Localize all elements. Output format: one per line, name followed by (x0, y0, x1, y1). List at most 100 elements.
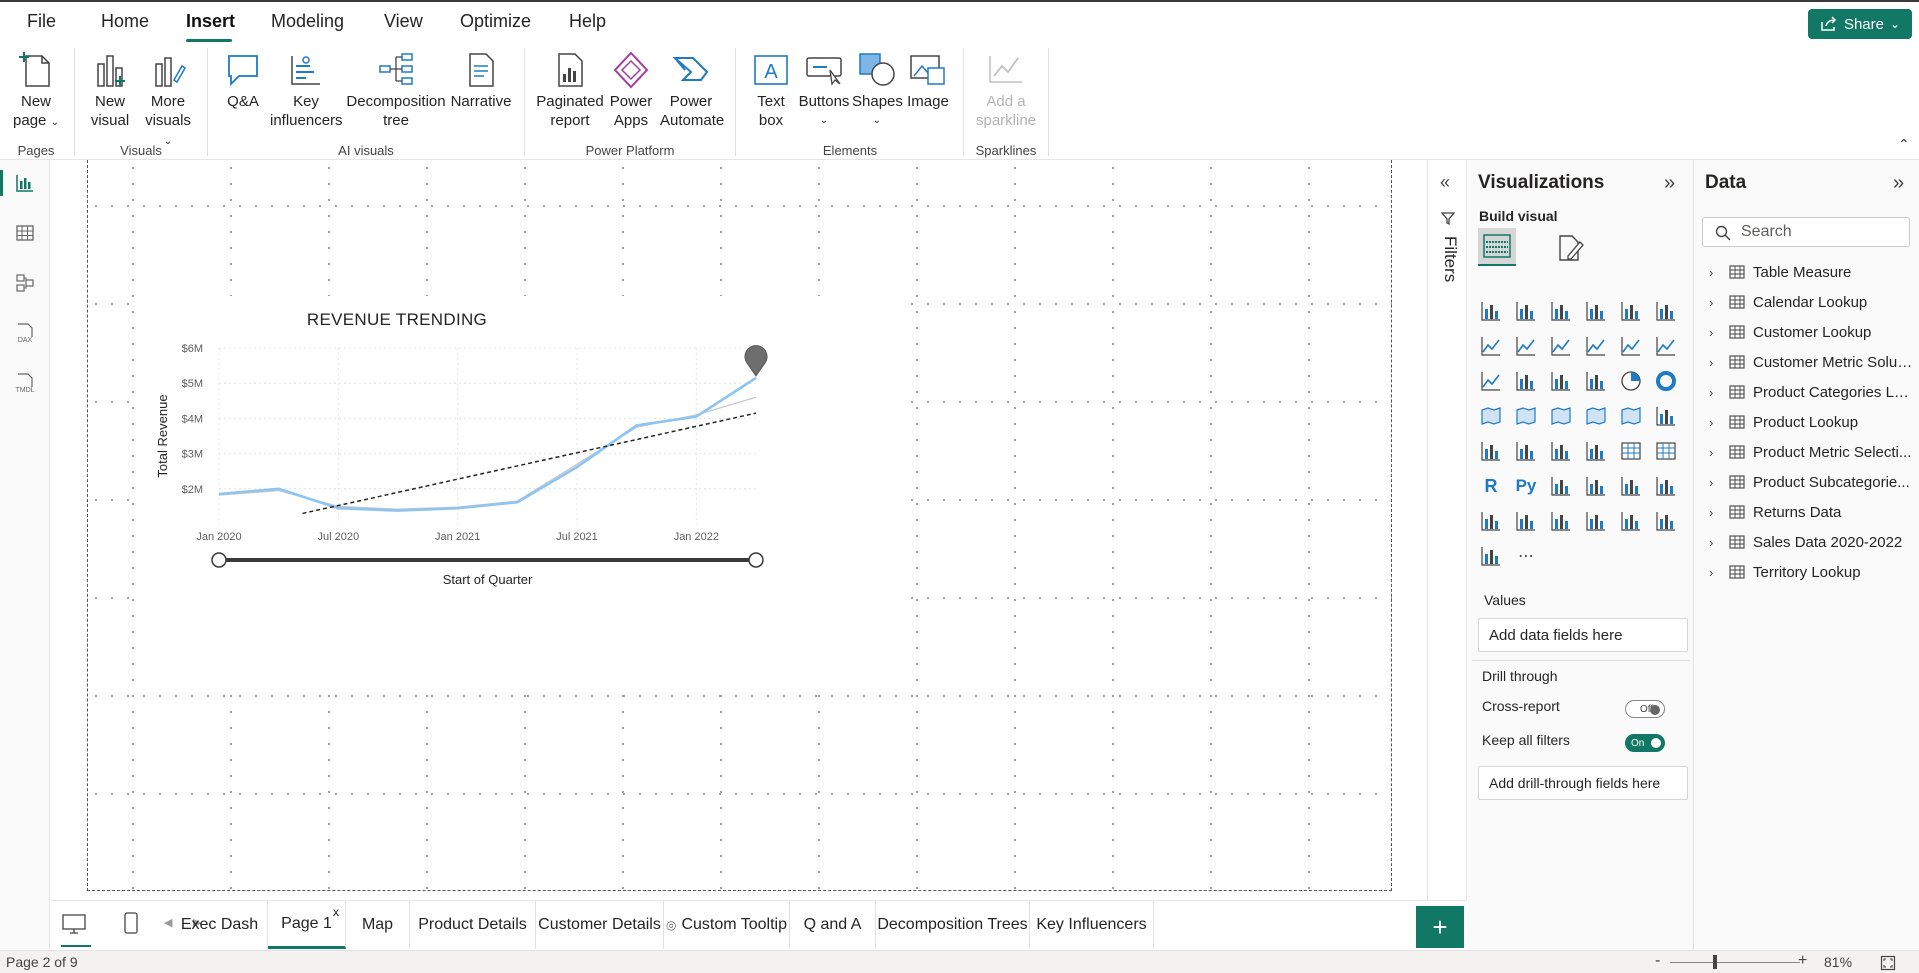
map-visual-icon[interactable] (1513, 403, 1539, 429)
chevron-right-icon[interactable]: › (1709, 295, 1723, 310)
keep-all-filters-toggle[interactable]: On (1625, 734, 1665, 752)
chevron-right-icon[interactable]: › (1709, 445, 1723, 460)
more-visual-icon[interactable]: ⋯ (1513, 543, 1539, 569)
expand-filters-icon[interactable]: « (1440, 172, 1450, 193)
power-apps-button[interactable]: Power Apps (606, 50, 656, 130)
zoom-slider-thumb[interactable] (1713, 955, 1717, 969)
slicer-visual-icon[interactable] (1583, 438, 1609, 464)
chevron-right-icon[interactable]: › (1709, 385, 1723, 400)
funnel-visual-icon[interactable] (1548, 368, 1574, 394)
100-bar-visual-icon[interactable] (1618, 298, 1644, 324)
buttons-button[interactable]: Buttons ⌄ (796, 50, 852, 130)
cross-report-toggle[interactable]: Off (1625, 700, 1665, 718)
100-area-visual-icon[interactable] (1583, 333, 1609, 359)
data-search-input[interactable]: Search (1702, 217, 1910, 247)
scatter-visual-icon[interactable] (1583, 368, 1609, 394)
stacked-area-visual-icon[interactable] (1548, 333, 1574, 359)
format-visual-tab[interactable] (1554, 232, 1586, 268)
chevron-right-icon[interactable]: › (1709, 415, 1723, 430)
tmdl-view-button[interactable]: TMDL (10, 368, 40, 398)
close-tab-icon[interactable]: x (333, 905, 339, 919)
gauge-visual-icon[interactable] (1653, 403, 1679, 429)
new-page-button[interactable]: New page ⌄ (12, 50, 60, 132)
text-box-button[interactable]: A Text box (748, 50, 794, 130)
r-visual-visual-icon[interactable]: R (1478, 473, 1504, 499)
paginated-report-button[interactable]: Paginated report (535, 50, 605, 130)
pie-visual-icon[interactable] (1618, 368, 1644, 394)
ribbon-visual-icon[interactable] (1478, 368, 1504, 394)
image-button[interactable]: Image (904, 50, 952, 111)
data-table-item[interactable]: › Calendar Lookup (1709, 290, 1915, 314)
line-clustered-column-visual-icon[interactable] (1653, 333, 1679, 359)
qna-visual-icon[interactable] (1618, 473, 1644, 499)
chevron-right-icon[interactable]: › (1709, 265, 1723, 280)
paginated-visual-icon[interactable] (1513, 508, 1539, 534)
data-table-item[interactable]: › Product Subcategorie... (1709, 470, 1915, 494)
page-tab[interactable]: Decomposition Trees (876, 901, 1030, 949)
page-tab[interactable]: Page 1x (268, 901, 346, 949)
clustered-column-visual-icon[interactable] (1583, 298, 1609, 324)
key-influencers-button[interactable]: Key influencers (270, 50, 343, 130)
donut-visual-icon[interactable] (1653, 368, 1679, 394)
collapse-data-icon[interactable]: » (1893, 172, 1904, 195)
page-tab[interactable]: Q and A (790, 901, 876, 949)
fit-to-page-icon[interactable] (1880, 955, 1896, 971)
waterfall-visual-icon[interactable] (1513, 368, 1539, 394)
power-automate-viz-visual-icon[interactable] (1618, 508, 1644, 534)
zoom-slider-track[interactable] (1670, 962, 1800, 963)
matrix-visual-icon[interactable] (1653, 438, 1679, 464)
page-tab[interactable]: Key Influencers (1030, 901, 1154, 949)
power-automate-2-visual-icon[interactable] (1478, 543, 1504, 569)
collapse-visualizations-icon[interactable]: » (1664, 172, 1675, 195)
line-visual-icon[interactable] (1478, 333, 1504, 359)
page-tab[interactable]: Product Details (410, 901, 536, 949)
desktop-layout-button[interactable] (61, 913, 87, 939)
azure-map-visual-icon[interactable] (1618, 403, 1644, 429)
share-button[interactable]: Share ⌄ (1808, 9, 1912, 39)
stacked-column-visual-icon[interactable] (1513, 298, 1539, 324)
chevron-right-icon[interactable]: › (1709, 355, 1723, 370)
shape-map-visual-icon[interactable] (1583, 403, 1609, 429)
mobile-layout-button[interactable] (123, 911, 139, 939)
menu-tab-optimize[interactable]: Optimize (460, 11, 531, 32)
report-view-button[interactable] (0, 168, 40, 198)
zoom-in-button[interactable]: + (1798, 952, 1807, 970)
line-chart-visual[interactable]: REVENUE TRENDING $6M $5M $4M $3M $2M Jan 2020… (135, 296, 907, 686)
drill-through-field-well[interactable]: Add drill-through fields here (1478, 766, 1688, 800)
filters-pane-collapsed[interactable]: « Filters (1427, 160, 1467, 950)
build-visual-tab[interactable] (1478, 228, 1516, 266)
data-table-item[interactable]: › Product Categories Lo... (1709, 380, 1915, 404)
chevron-right-icon[interactable]: › (1709, 325, 1723, 340)
data-table-item[interactable]: › Customer Metric Solut... (1709, 350, 1915, 374)
chevron-right-icon[interactable]: › (1709, 475, 1723, 490)
stacked-bar-visual-icon[interactable] (1478, 298, 1504, 324)
multi-row-card-visual-icon[interactable] (1513, 438, 1539, 464)
page-tab[interactable]: ◎ Custom Tooltip (664, 901, 790, 949)
metrics-visual-icon[interactable] (1478, 508, 1504, 534)
card-visual-icon[interactable] (1478, 438, 1504, 464)
data-table-item[interactable]: › Product Metric Selecti... (1709, 440, 1915, 464)
line-column-visual-icon[interactable] (1618, 333, 1644, 359)
menu-tab-modeling[interactable]: Modeling (271, 11, 344, 32)
values-field-well[interactable]: Add data fields here (1478, 618, 1688, 652)
decomposition-tree-visual-icon[interactable] (1583, 473, 1609, 499)
data-table-item[interactable]: › Customer Lookup (1709, 320, 1915, 344)
shapes-button[interactable]: Shapes ⌄ (852, 50, 903, 130)
model-view-button[interactable] (10, 268, 40, 298)
menu-tab-view[interactable]: View (384, 11, 423, 32)
page-tab[interactable]: Map (346, 901, 410, 949)
table-visual-icon[interactable] (1618, 438, 1644, 464)
page-tab[interactable]: Customer Details (536, 901, 664, 949)
treemap-visual-icon[interactable] (1478, 403, 1504, 429)
data-table-item[interactable]: › Product Lookup (1709, 410, 1915, 434)
clustered-bar-visual-icon[interactable] (1548, 298, 1574, 324)
table-view-button[interactable] (10, 218, 40, 248)
narrative-button[interactable]: Narrative (449, 50, 513, 111)
menu-tab-file[interactable]: File (27, 11, 56, 32)
kpi-visual-icon[interactable] (1548, 438, 1574, 464)
page-tab[interactable]: Exec Dash (172, 901, 268, 949)
key-influencers-visual-icon[interactable] (1548, 473, 1574, 499)
slicer-new-visual-icon[interactable] (1583, 508, 1609, 534)
100-column-visual-icon[interactable] (1653, 298, 1679, 324)
menu-tab-insert[interactable]: Insert (186, 11, 235, 32)
